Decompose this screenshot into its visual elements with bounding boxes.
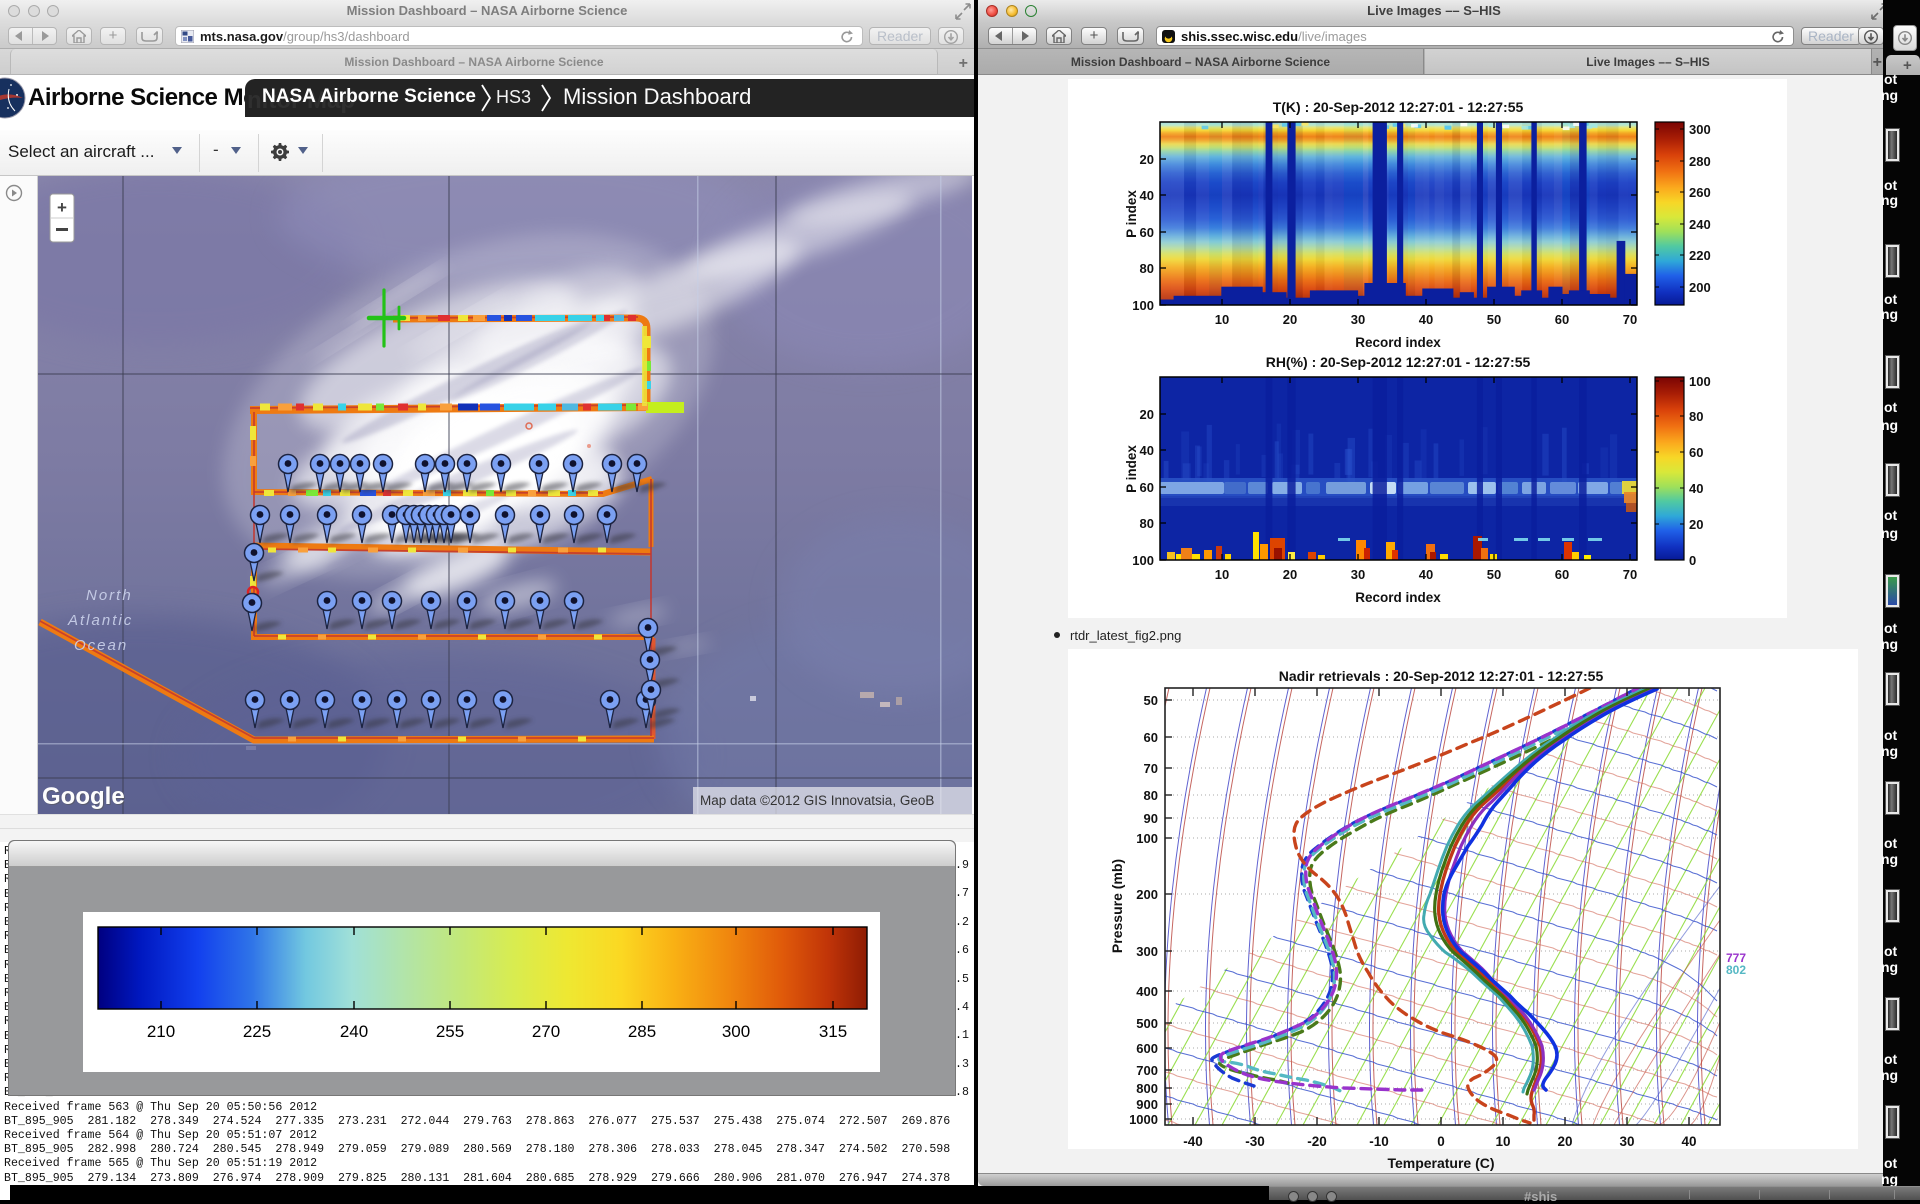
svg-text:20: 20 bbox=[1140, 407, 1154, 422]
svg-text:100: 100 bbox=[1136, 831, 1158, 846]
svg-text:50: 50 bbox=[1144, 693, 1158, 708]
svg-text:40: 40 bbox=[1140, 188, 1154, 203]
svg-text:30: 30 bbox=[1351, 567, 1365, 582]
svg-text:40: 40 bbox=[1140, 443, 1154, 458]
svg-text:Map data ©2012 GIS Innovatsia,: Map data ©2012 GIS Innovatsia, GeoB bbox=[700, 793, 934, 808]
svg-text:270: 270 bbox=[532, 1022, 560, 1041]
svg-text:10: 10 bbox=[1215, 567, 1229, 582]
svg-text:225: 225 bbox=[243, 1022, 271, 1041]
svg-text:rtdr_latest_fig2.png: rtdr_latest_fig2.png bbox=[1070, 628, 1181, 643]
svg-text:700: 700 bbox=[1136, 1063, 1158, 1078]
svg-text:315: 315 bbox=[819, 1022, 847, 1041]
svg-text:20: 20 bbox=[1283, 312, 1297, 327]
svg-text:300: 300 bbox=[1136, 944, 1158, 959]
svg-text:60: 60 bbox=[1555, 312, 1569, 327]
svg-text:300: 300 bbox=[722, 1022, 750, 1041]
svg-text:20: 20 bbox=[1283, 567, 1297, 582]
svg-text:10: 10 bbox=[1495, 1134, 1510, 1149]
svg-text:285: 285 bbox=[628, 1022, 656, 1041]
svg-text:0: 0 bbox=[1437, 1134, 1445, 1149]
svg-text:Record index: Record index bbox=[1355, 335, 1441, 350]
svg-text:240: 240 bbox=[1689, 217, 1711, 232]
svg-text:100: 100 bbox=[1132, 553, 1154, 568]
svg-text:900: 900 bbox=[1136, 1097, 1158, 1112]
svg-text:-30: -30 bbox=[1245, 1134, 1265, 1149]
svg-text:Nadir retrievals : 20-Sep-2012: Nadir retrievals : 20-Sep-2012 12:27:01 … bbox=[1279, 668, 1604, 684]
svg-text:20: 20 bbox=[1140, 152, 1154, 167]
svg-text:80: 80 bbox=[1689, 409, 1703, 424]
svg-text:60: 60 bbox=[1555, 567, 1569, 582]
svg-text:500: 500 bbox=[1136, 1016, 1158, 1031]
svg-text:280: 280 bbox=[1689, 154, 1711, 169]
svg-text:+: + bbox=[57, 198, 67, 217]
svg-text:RH(%) : 20-Sep-2012 12:27:01 -: RH(%) : 20-Sep-2012 12:27:01 - 12:27:55 bbox=[1266, 354, 1531, 370]
svg-text:80: 80 bbox=[1140, 516, 1154, 531]
svg-text:70: 70 bbox=[1623, 567, 1637, 582]
svg-text:60: 60 bbox=[1140, 480, 1154, 495]
svg-text:Atlantic: Atlantic bbox=[67, 612, 133, 629]
svg-text:North: North bbox=[86, 587, 133, 604]
svg-text:70: 70 bbox=[1144, 761, 1158, 776]
svg-text:40: 40 bbox=[1419, 567, 1433, 582]
svg-text:T(K) : 20-Sep-2012 12:27:01 -: T(K) : 20-Sep-2012 12:27:01 - 12:27:55 bbox=[1273, 99, 1524, 115]
svg-text:20: 20 bbox=[1557, 1134, 1572, 1149]
svg-text:1000: 1000 bbox=[1129, 1112, 1158, 1127]
svg-text:-10: -10 bbox=[1369, 1134, 1389, 1149]
svg-text:Google: Google bbox=[42, 783, 125, 810]
svg-text:Temperature (C): Temperature (C) bbox=[1387, 1155, 1494, 1171]
svg-text:40: 40 bbox=[1419, 312, 1433, 327]
svg-text:Pressure (mb): Pressure (mb) bbox=[1109, 859, 1125, 953]
svg-text:60: 60 bbox=[1689, 445, 1703, 460]
svg-text:255: 255 bbox=[436, 1022, 464, 1041]
svg-text:60: 60 bbox=[1140, 225, 1154, 240]
svg-text:400: 400 bbox=[1136, 984, 1158, 999]
svg-text:210: 210 bbox=[147, 1022, 175, 1041]
svg-text:800: 800 bbox=[1136, 1081, 1158, 1096]
svg-text:-40: -40 bbox=[1183, 1134, 1203, 1149]
svg-text:20: 20 bbox=[1689, 517, 1703, 532]
svg-text:600: 600 bbox=[1136, 1041, 1158, 1056]
svg-text:200: 200 bbox=[1136, 887, 1158, 902]
svg-text:70: 70 bbox=[1623, 312, 1637, 327]
svg-text:P index: P index bbox=[1124, 190, 1139, 238]
svg-text:80: 80 bbox=[1144, 788, 1158, 803]
svg-text:Record index: Record index bbox=[1355, 590, 1441, 605]
svg-text:P index: P index bbox=[1124, 445, 1139, 493]
svg-text:30: 30 bbox=[1351, 312, 1365, 327]
svg-text:-20: -20 bbox=[1307, 1134, 1327, 1149]
svg-text:Ocean: Ocean bbox=[74, 637, 128, 654]
svg-text:90: 90 bbox=[1144, 811, 1158, 826]
svg-text:40: 40 bbox=[1681, 1134, 1696, 1149]
svg-text:30: 30 bbox=[1619, 1134, 1634, 1149]
svg-text:10: 10 bbox=[1215, 312, 1229, 327]
svg-text:0: 0 bbox=[1689, 553, 1696, 568]
svg-text:260: 260 bbox=[1689, 185, 1711, 200]
svg-text:240: 240 bbox=[340, 1022, 368, 1041]
svg-text:100: 100 bbox=[1689, 374, 1711, 389]
svg-text:300: 300 bbox=[1689, 122, 1711, 137]
svg-text:802: 802 bbox=[1726, 963, 1746, 977]
svg-text:100: 100 bbox=[1132, 298, 1154, 313]
svg-text:60: 60 bbox=[1144, 730, 1158, 745]
svg-text:80: 80 bbox=[1140, 261, 1154, 276]
svg-text:50: 50 bbox=[1487, 567, 1501, 582]
svg-text:200: 200 bbox=[1689, 280, 1711, 295]
svg-text:40: 40 bbox=[1689, 481, 1703, 496]
svg-text:50: 50 bbox=[1487, 312, 1501, 327]
svg-text:220: 220 bbox=[1689, 248, 1711, 263]
